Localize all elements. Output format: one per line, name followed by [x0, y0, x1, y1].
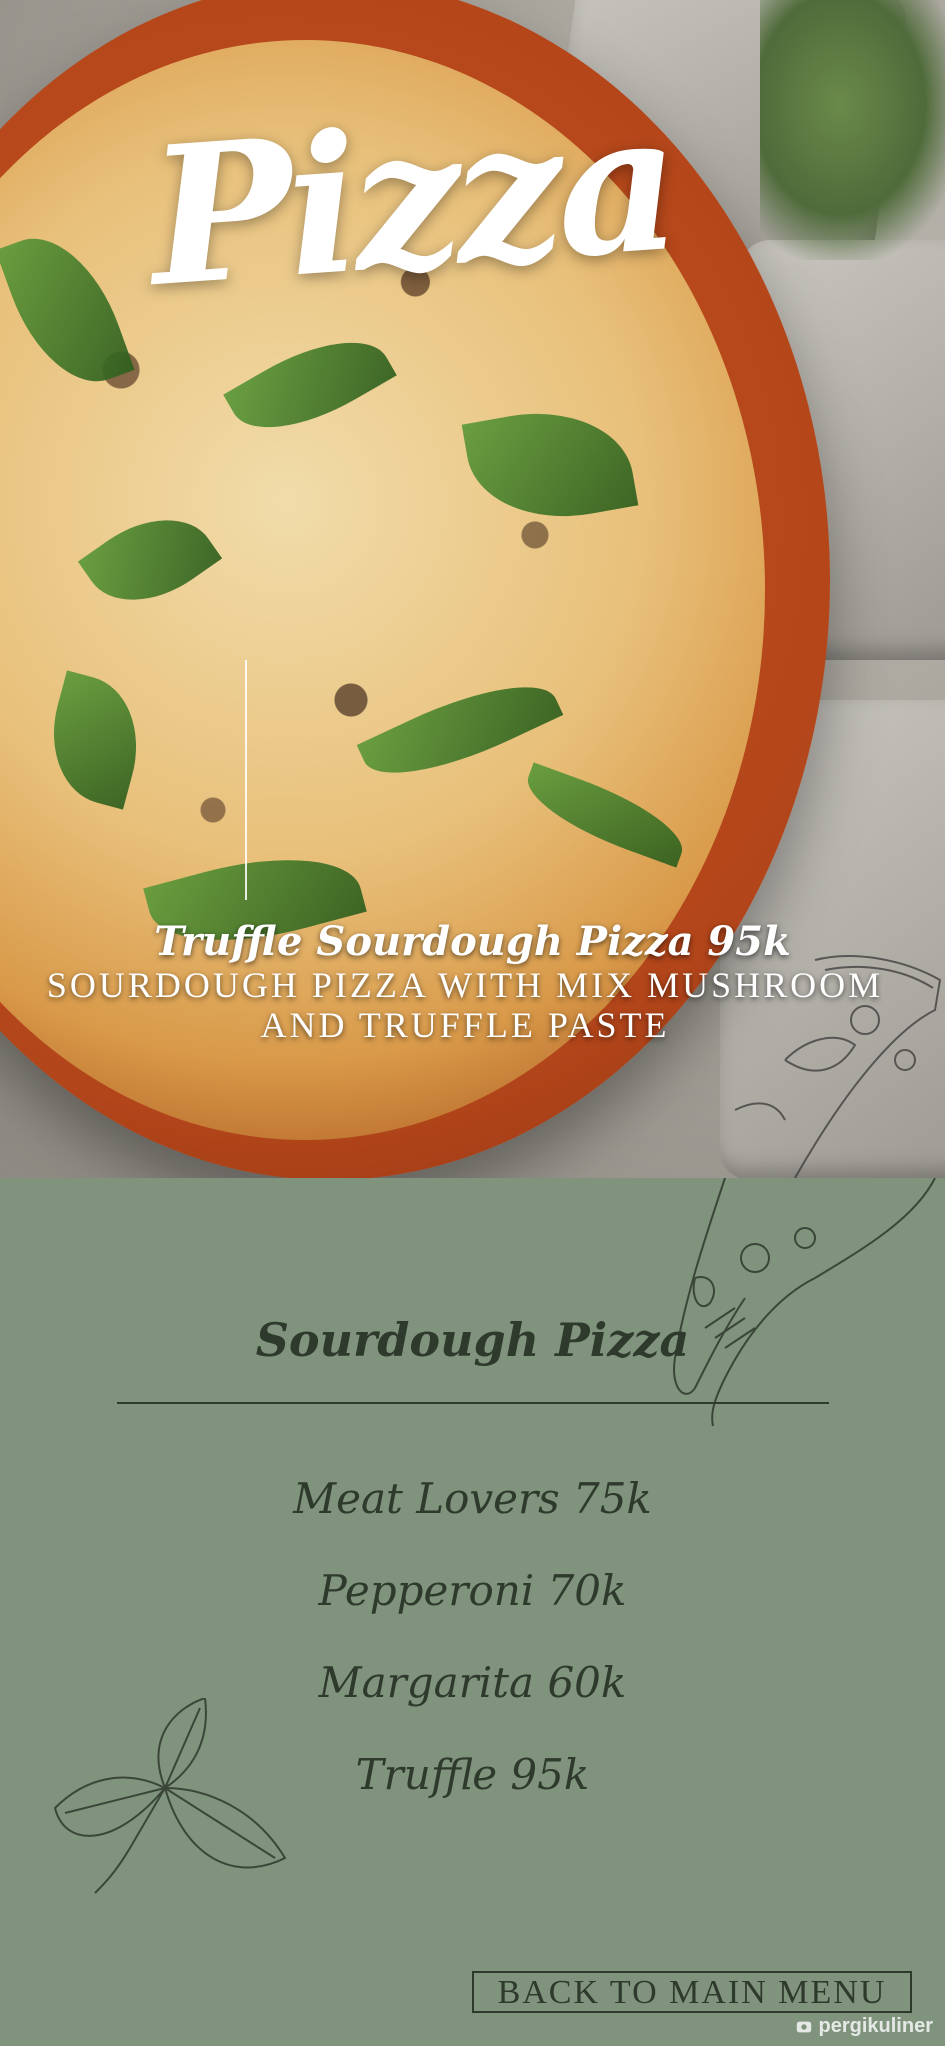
- menu-panel: Sourdough Pizza Meat Lovers 75k Pepperon…: [0, 1178, 945, 2046]
- section-title: Sourdough Pizza: [255, 1313, 690, 1367]
- watermark: pergikuliner: [795, 2015, 933, 2038]
- vertical-line: [245, 660, 247, 900]
- hero-photo: Pizza Truffle Sourdough Pizza 95k SOURDO…: [0, 0, 945, 1178]
- pizza-slice-sketch-icon: [734, 955, 942, 1178]
- menu-page: Pizza Truffle Sourdough Pizza 95k SOURDO…: [0, 0, 945, 2046]
- menu-item-meat-lovers: Meat Lovers 75k: [293, 1474, 652, 1523]
- divider: [117, 1402, 829, 1404]
- page-title: Pizza: [142, 69, 682, 330]
- pergikuliner-logo-icon: [796, 2021, 811, 2032]
- menu-item-pepperoni: Pepperoni 70k: [318, 1566, 627, 1615]
- back-to-main-menu-button[interactable]: BACK TO MAIN MENU: [472, 1971, 912, 2013]
- plant-bg: [760, 0, 945, 260]
- watermark-text: pergikuliner: [818, 2015, 933, 2037]
- pizza-slice-sketch-icon: [673, 1178, 936, 1427]
- basil-leaf-sketch-icon: [53, 1698, 287, 1894]
